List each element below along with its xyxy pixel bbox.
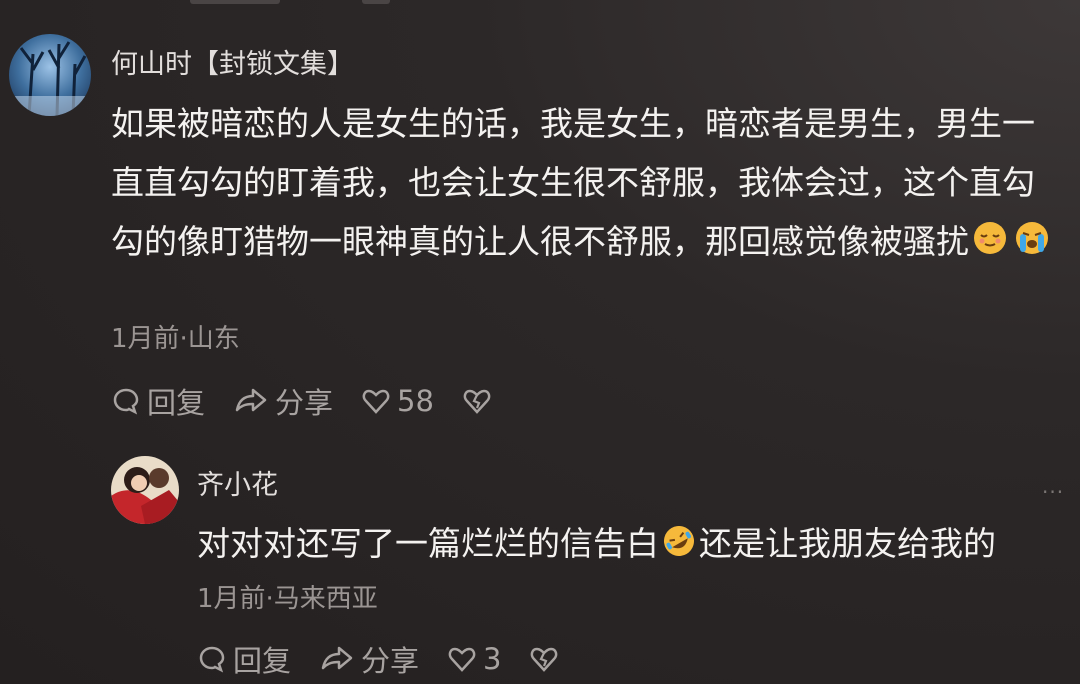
previous-comment-remnant (0, 0, 1080, 8)
dislike-button[interactable] (462, 386, 498, 416)
reply-text-content: 对对对还写了一篇烂烂的信告白 (197, 524, 659, 563)
comment-text-content: 如果被暗恋的人是女生的话，我是女生，暗恋者是男生，男生一直直勾勾的盯着我，也会让… (111, 104, 1035, 261)
share-label: 分享 (275, 386, 334, 420)
comment-meta: 1月前·山东 (111, 324, 240, 354)
reply-username[interactable]: 齐小花 (197, 463, 278, 502)
reply-label: 回复 (233, 644, 292, 678)
like-count: 58 (397, 384, 434, 418)
reply-button[interactable]: 回复 (111, 380, 205, 422)
dislike-button[interactable] (529, 644, 565, 674)
rolling-on-floor-laughing-emoji (663, 516, 695, 575)
share-arrow-icon (321, 646, 353, 670)
more-options-icon[interactable]: ··· (1042, 480, 1064, 504)
like-button[interactable]: 58 (361, 384, 434, 418)
comment-username[interactable]: 何山时【封锁文集】 (111, 42, 354, 81)
heart-icon (448, 647, 476, 672)
reply-button[interactable]: 回复 (197, 638, 291, 680)
comment-text: 如果被暗恋的人是女生的话，我是女生，暗恋者是男生，男生一直直勾勾的盯着我，也会让… (111, 94, 1061, 273)
reply-label: 回复 (147, 386, 206, 420)
loudly-crying-face-emoji (1015, 214, 1049, 273)
share-button[interactable]: 分享 (233, 380, 333, 422)
avatar[interactable] (9, 34, 91, 116)
avatar[interactable] (111, 456, 179, 524)
comment-actions: 回复 分享 58 (111, 380, 526, 422)
share-arrow-icon (235, 388, 267, 412)
comment-bubble-icon (113, 388, 139, 415)
reply-meta: 1月前·马来西亚 (197, 584, 378, 614)
heart-icon (362, 389, 390, 414)
reply-actions: 回复 分享 3 (197, 638, 593, 680)
share-button[interactable]: 分享 (319, 638, 419, 680)
reply-text: 对对对还写了一篇烂烂的信告白 还是让我朋友给我的 (197, 514, 1067, 575)
relieved-face-emoji (973, 214, 1007, 273)
like-button[interactable]: 3 (447, 642, 501, 676)
broken-heart-icon (463, 389, 491, 414)
reply-text-continued: 还是让我朋友给我的 (699, 524, 996, 563)
like-count: 3 (483, 642, 502, 676)
share-label: 分享 (361, 644, 420, 678)
comment-bubble-icon (199, 646, 225, 673)
broken-heart-icon (531, 647, 558, 672)
